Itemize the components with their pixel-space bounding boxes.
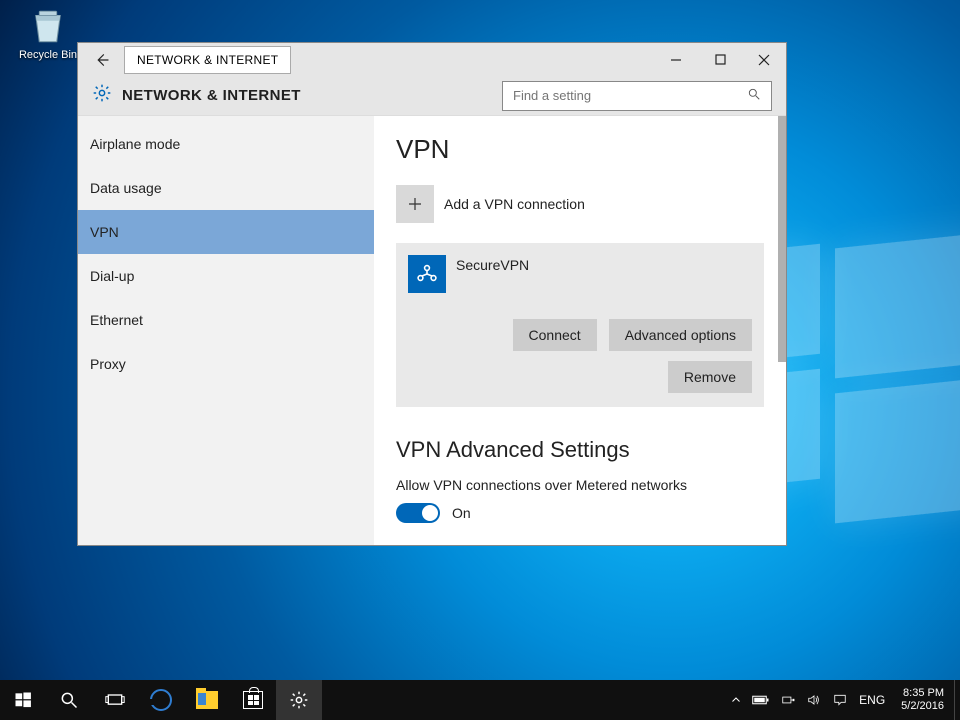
sidebar-item-label: Proxy <box>90 356 126 372</box>
chevron-up-icon <box>730 694 742 706</box>
start-button[interactable] <box>0 680 46 720</box>
taskbar-app-edge[interactable] <box>138 680 184 720</box>
window-tab-title: NETWORK & INTERNET <box>124 46 291 74</box>
network-icon <box>780 693 796 707</box>
settings-header: NETWORK & INTERNET <box>78 76 786 116</box>
metered-label: Allow VPN connections over Metered netwo… <box>396 477 764 493</box>
minimize-button[interactable] <box>654 43 698 76</box>
task-view-button[interactable] <box>92 680 138 720</box>
metered-toggle[interactable] <box>396 503 440 523</box>
taskbar-app-file-explorer[interactable] <box>184 680 230 720</box>
settings-header-title: NETWORK & INTERNET <box>122 87 301 104</box>
close-button[interactable] <box>742 43 786 76</box>
page-title: VPN <box>396 134 764 165</box>
taskbar-search-button[interactable] <box>46 680 92 720</box>
sidebar-item-vpn[interactable]: VPN <box>78 210 374 254</box>
gear-icon <box>289 690 309 710</box>
gear-icon <box>92 83 112 108</box>
volume-icon <box>806 693 822 707</box>
sidebar-item-label: VPN <box>90 224 119 240</box>
show-desktop-button[interactable] <box>954 680 960 720</box>
tray-show-hidden-button[interactable] <box>725 680 747 720</box>
arrow-left-icon <box>93 51 111 69</box>
window-controls <box>654 43 786 76</box>
sidebar-item-data-usage[interactable]: Data usage <box>78 166 374 210</box>
search-icon <box>747 87 761 104</box>
search-icon <box>59 690 79 710</box>
settings-window: NETWORK & INTERNET NETWORK & INTERNET Ai… <box>77 42 787 546</box>
taskbar-app-store[interactable] <box>230 680 276 720</box>
window-titlebar[interactable]: NETWORK & INTERNET <box>78 43 786 76</box>
taskbar-app-settings[interactable] <box>276 680 322 720</box>
plus-icon <box>396 185 434 223</box>
edge-icon <box>150 689 172 711</box>
maximize-button[interactable] <box>698 43 742 76</box>
search-box[interactable] <box>502 81 772 111</box>
sidebar-item-label: Airplane mode <box>90 136 180 152</box>
remove-button[interactable]: Remove <box>668 361 752 393</box>
sidebar-item-airplane-mode[interactable]: Airplane mode <box>78 122 374 166</box>
sidebar-item-dial-up[interactable]: Dial-up <box>78 254 374 298</box>
file-explorer-icon <box>196 691 218 709</box>
sidebar-item-label: Dial-up <box>90 268 134 284</box>
advanced-settings-heading: VPN Advanced Settings <box>396 437 764 463</box>
sidebar-item-proxy[interactable]: Proxy <box>78 342 374 386</box>
recycle-bin-label: Recycle Bin <box>19 49 77 61</box>
tray-action-center[interactable] <box>827 680 853 720</box>
tray-clock[interactable]: 8:35 PM 5/2/2016 <box>891 687 954 713</box>
vpn-connection-card[interactable]: SecureVPN Connect Advanced options Remov… <box>396 243 764 407</box>
tray-lang[interactable]: ENG <box>853 693 891 707</box>
add-vpn-label: Add a VPN connection <box>444 196 585 212</box>
sidebar-item-label: Ethernet <box>90 312 143 328</box>
search-input[interactable] <box>513 88 741 103</box>
tray-network[interactable] <box>775 680 801 720</box>
tray-battery[interactable] <box>747 680 775 720</box>
metered-toggle-state: On <box>452 505 471 521</box>
add-vpn-row[interactable]: Add a VPN connection <box>396 185 764 223</box>
notification-icon <box>832 693 848 707</box>
windows-logo-icon <box>13 690 33 710</box>
taskbar: ENG 8:35 PM 5/2/2016 <box>0 680 960 720</box>
clock-time: 8:35 PM <box>901 687 944 700</box>
tray-volume[interactable] <box>801 680 827 720</box>
scrollbar[interactable] <box>778 116 786 362</box>
vpn-connection-icon <box>408 255 446 293</box>
system-tray: ENG 8:35 PM 5/2/2016 <box>725 680 960 720</box>
settings-sidebar: Airplane mode Data usage VPN Dial-up Eth… <box>78 116 374 545</box>
sidebar-item-ethernet[interactable]: Ethernet <box>78 298 374 342</box>
close-icon <box>758 54 770 66</box>
maximize-icon <box>715 54 726 65</box>
advanced-options-button[interactable]: Advanced options <box>609 319 752 351</box>
battery-icon <box>752 694 770 706</box>
recycle-bin-icon <box>27 5 69 47</box>
settings-content[interactable]: VPN Add a VPN connection SecureVPN Conne… <box>374 116 786 545</box>
sidebar-item-label: Data usage <box>90 180 162 196</box>
minimize-icon <box>670 54 682 66</box>
desktop-icon-recycle-bin[interactable]: Recycle Bin <box>12 5 84 61</box>
connect-button[interactable]: Connect <box>513 319 597 351</box>
back-button[interactable] <box>86 44 118 76</box>
store-icon <box>243 691 263 709</box>
settings-body: Airplane mode Data usage VPN Dial-up Eth… <box>78 116 786 545</box>
clock-date: 5/2/2016 <box>901 700 944 713</box>
task-view-icon <box>105 690 125 710</box>
vpn-connection-name: SecureVPN <box>456 255 529 273</box>
